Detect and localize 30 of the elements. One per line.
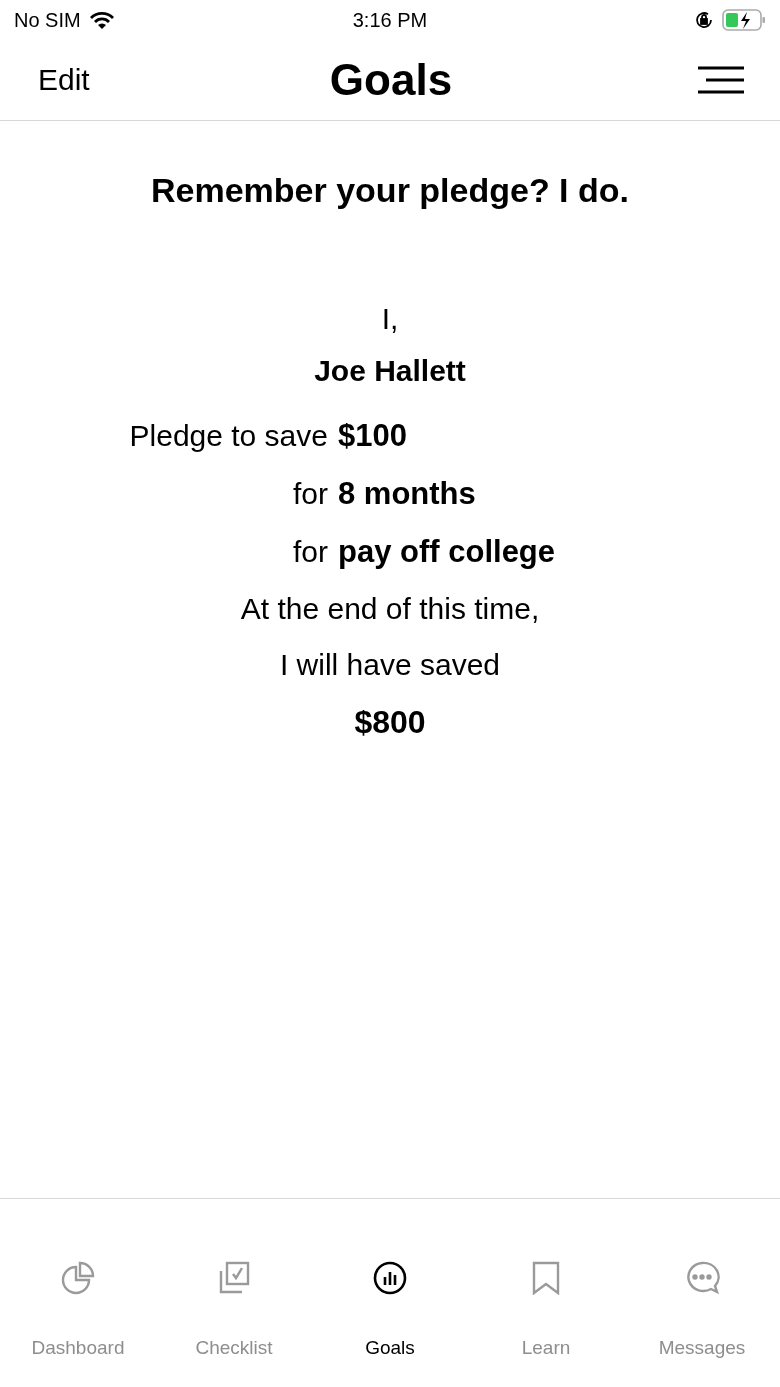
pledge-total: $800 — [354, 704, 426, 741]
tab-bar-item[interactable]: Goals — [312, 1199, 468, 1387]
carrier-label: No SIM — [14, 8, 81, 32]
pledge-intro: I, — [381, 302, 399, 336]
wifi-icon — [88, 10, 115, 30]
pledge-value: 8 months — [338, 476, 476, 512]
pledger-name: Joe Hallett — [314, 354, 466, 388]
chat-bubble-icon — [684, 1261, 720, 1295]
pledge-value: pay off college — [338, 534, 556, 570]
tab-bar-item[interactable]: Dashboard — [0, 1199, 156, 1387]
rotation-lock-icon — [694, 10, 714, 30]
pledge-label: for — [293, 477, 329, 511]
clock-time: 3:16 PM — [352, 8, 428, 32]
tab-bar-item[interactable]: Messages — [624, 1199, 780, 1387]
pledge-value: $100 — [338, 418, 407, 454]
bar-chart-icon — [373, 1261, 407, 1295]
page-title: Goals — [329, 55, 453, 105]
tab-bar-item[interactable]: Checklist — [156, 1199, 312, 1387]
pledge-label: for — [293, 535, 329, 569]
pledge-label: Pledge to save — [129, 419, 329, 453]
menu-icon — [696, 66, 744, 94]
pledge-text: At the end of this time, — [240, 592, 540, 626]
pledge-heading: Remember your pledge? I do. — [151, 171, 629, 210]
tab-bar-item[interactable]: Learn — [468, 1199, 624, 1387]
checklist-icon — [217, 1261, 251, 1295]
bookmark-icon — [532, 1261, 560, 1295]
pledge-text: I will have saved — [279, 648, 501, 682]
edit-button[interactable]: Edit — [38, 63, 158, 97]
pie-chart-icon — [61, 1261, 95, 1295]
battery-icon — [722, 9, 766, 31]
